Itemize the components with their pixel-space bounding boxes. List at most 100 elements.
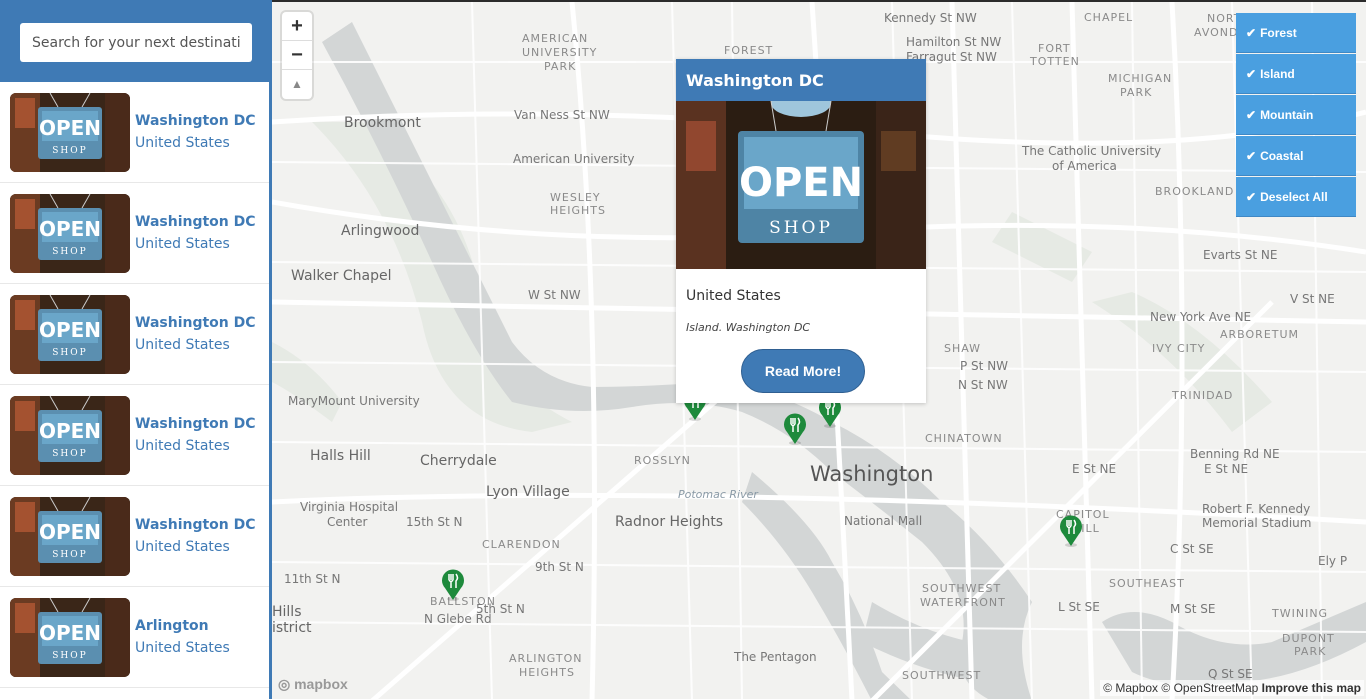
listing-subtitle[interactable]: United States	[135, 135, 230, 151]
listing-title[interactable]: Washington DC	[135, 517, 256, 533]
map-label: SOUTHEAST	[1109, 577, 1185, 590]
filter-coastal-button[interactable]: ✔ Coastal	[1236, 136, 1356, 176]
listing-item[interactable]: OPEN SHOP Washington DC United States	[0, 183, 269, 284]
search-input[interactable]	[20, 23, 252, 62]
map-label: C St SE	[1170, 542, 1214, 556]
listing-subtitle[interactable]: United States	[135, 539, 230, 555]
map-label: L St SE	[1058, 600, 1100, 614]
map-label: Walker Chapel	[291, 268, 392, 284]
map-label: Washington	[810, 462, 934, 486]
restaurant-marker-icon[interactable]	[1058, 514, 1084, 548]
map-label: FORT	[1038, 42, 1071, 55]
svg-text:SHOP: SHOP	[52, 449, 87, 459]
filter-deselect-all-button[interactable]: ✔ Deselect All	[1236, 177, 1356, 217]
map-label: V St NE	[1290, 292, 1335, 306]
map-label: Hills	[272, 604, 302, 620]
map-label: The Catholic University	[1022, 144, 1162, 158]
map-label: Lyon Village	[486, 484, 570, 500]
svg-text:OPEN: OPEN	[39, 318, 101, 342]
svg-text:SHOP: SHOP	[52, 550, 87, 560]
svg-text:OPEN: OPEN	[39, 621, 101, 645]
filter-label: Coastal	[1260, 149, 1304, 163]
listing-item[interactable]: OPEN SHOP Washington DC United States	[0, 82, 269, 183]
map-label: SOUTHWEST	[902, 669, 982, 682]
map-label: National Mall	[844, 514, 923, 528]
attribution-mapbox[interactable]: © Mapbox	[1103, 681, 1158, 695]
map-label: TRINIDAD	[1172, 389, 1234, 402]
category-filter-menu: ✔ Forest ✔ Island ✔ Mountain ✔ Coastal ✔ Deselect…	[1236, 13, 1356, 218]
listing-title[interactable]: Washington DC	[135, 214, 256, 230]
map-label: E St NE	[1204, 462, 1249, 476]
map-label: Benning Rd NE	[1190, 447, 1280, 461]
listing-title[interactable]: Arlington	[135, 618, 209, 634]
read-more-button[interactable]: Read More!	[741, 349, 865, 393]
filter-label: Deselect All	[1260, 190, 1328, 204]
map[interactable]: Brookmont AMERICAN UNIVERSITY PARK FOREST Ken…	[272, 0, 1366, 699]
map-label: Virginia Hospital	[300, 500, 399, 514]
map-label: Potomac River	[678, 488, 758, 501]
listing-thumbnail[interactable]: OPEN SHOP	[10, 396, 130, 475]
zoom-out-button[interactable]: −	[282, 41, 312, 70]
check-icon: ✔	[1246, 26, 1257, 40]
map-label: ARLINGTON	[509, 652, 583, 665]
filter-island-button[interactable]: ✔ Island	[1236, 54, 1356, 94]
svg-text:OPEN: OPEN	[39, 217, 101, 241]
listing-thumbnail[interactable]: OPEN SHOP	[10, 194, 130, 273]
filter-mountain-button[interactable]: ✔ Mountain	[1236, 95, 1356, 135]
map-label: istrict	[272, 620, 312, 636]
compass-button[interactable]: ▲	[282, 70, 312, 99]
filter-label: Mountain	[1260, 108, 1314, 122]
listing-item[interactable]: OPEN SHOP Washington DC United States	[0, 385, 269, 486]
improve-map-link[interactable]: Improve this map	[1262, 681, 1361, 695]
map-label: The Pentagon	[734, 650, 817, 664]
listing-item[interactable]: OPEN SHOP Arlington United States	[0, 587, 269, 688]
listing-title[interactable]: Washington DC	[135, 113, 256, 129]
listing-item[interactable]: OPEN SHOP Washington DC United States	[0, 486, 269, 587]
map-label: PARK	[1120, 86, 1153, 99]
map-label: N St NW	[958, 378, 1008, 392]
listing-thumbnail[interactable]: OPEN SHOP	[10, 295, 130, 374]
map-label: Ely P	[1318, 554, 1348, 568]
listing-subtitle[interactable]: United States	[135, 640, 230, 656]
map-label: Robert F. Kennedy	[1202, 502, 1311, 516]
listing-title[interactable]: Washington DC	[135, 315, 256, 331]
mapbox-logo[interactable]: ◎ mapbox	[278, 676, 348, 693]
search-bar	[0, 0, 269, 82]
listing-subtitle[interactable]: United States	[135, 337, 230, 353]
listing-thumbnail[interactable]: OPEN SHOP	[10, 497, 130, 576]
listing-subtitle[interactable]: United States	[135, 438, 230, 454]
listing-subtitle[interactable]: United States	[135, 236, 230, 252]
check-icon: ✔	[1246, 108, 1257, 122]
svg-text:OPEN: OPEN	[39, 116, 101, 140]
map-label: Center	[327, 515, 368, 529]
map-label: WATERFRONT	[920, 596, 1006, 609]
listing-item[interactable]: OPEN SHOP Washington DC United States	[0, 284, 269, 385]
map-label: IVY CITY	[1152, 342, 1206, 355]
map-label: CHINATOWN	[925, 432, 1003, 445]
restaurant-marker-icon[interactable]	[440, 568, 466, 602]
map-label: Halls Hill	[310, 448, 371, 464]
filter-label: Island	[1260, 67, 1295, 81]
map-label: TWINING	[1272, 607, 1329, 620]
map-label: WESLEY	[550, 191, 601, 204]
mapbox-logo-text: mapbox	[294, 676, 348, 692]
map-label: Brookmont	[344, 115, 421, 131]
svg-text:OPEN: OPEN	[739, 160, 863, 206]
map-label: CHAPEL	[1084, 11, 1134, 24]
map-label: Memorial Stadium	[1202, 516, 1312, 530]
filter-forest-button[interactable]: ✔ Forest	[1236, 13, 1356, 53]
listing-thumbnail[interactable]: OPEN SHOP	[10, 93, 130, 172]
map-label: CLARENDON	[482, 538, 561, 551]
attribution-osm[interactable]: © OpenStreetMap	[1161, 681, 1258, 695]
restaurant-marker-icon[interactable]	[782, 412, 808, 446]
map-label: Q St SE	[1208, 667, 1253, 681]
popup-country: United States	[686, 288, 781, 304]
zoom-in-button[interactable]: +	[282, 12, 312, 41]
map-label: P St NW	[960, 359, 1009, 373]
map-label: SHAW	[944, 342, 982, 355]
listing-thumbnail[interactable]: OPEN SHOP	[10, 598, 130, 677]
listing-title[interactable]: Washington DC	[135, 416, 256, 432]
map-label: PARK	[1294, 645, 1327, 658]
map-label: HEIGHTS	[519, 666, 575, 679]
map-label: M St SE	[1170, 602, 1216, 616]
